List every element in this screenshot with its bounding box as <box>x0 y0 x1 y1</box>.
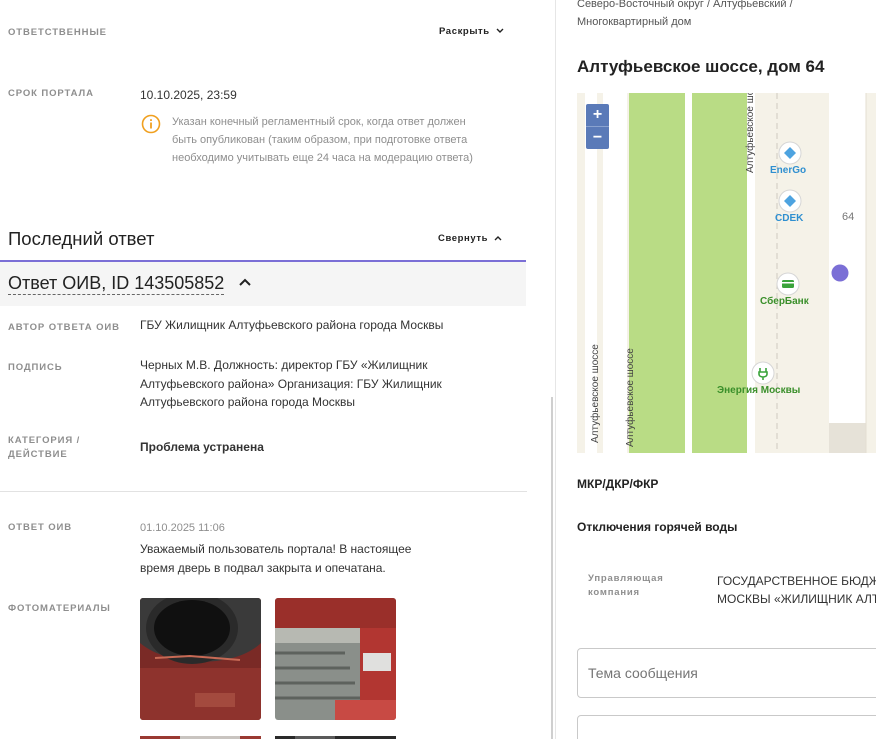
chevron-down-icon <box>496 28 504 33</box>
message-input[interactable] <box>577 715 876 739</box>
author-value: ГБУ Жилищник Алтуфьевского района города… <box>140 318 444 332</box>
bank-pin-icon[interactable] <box>776 272 800 296</box>
info-icon <box>141 114 161 134</box>
poi-label[interactable]: СберБанк <box>760 296 809 307</box>
photos-label: Фотоматериалы <box>8 603 111 614</box>
photo-thumbnail[interactable] <box>140 598 261 720</box>
breadcrumb-line-2[interactable]: Многоквартирный дом <box>577 13 867 31</box>
expand-label: Раскрыть <box>439 26 490 37</box>
energo-pin-icon[interactable] <box>778 141 802 165</box>
street-label: Алтуфьевское шоссе <box>590 344 601 443</box>
chevron-up-icon <box>494 236 502 241</box>
management-company-value: ГОСУДАРСТВЕННОЕ БЮДЖ МОСКВЫ «ЖИЛИЩНИК АЛ… <box>717 572 876 608</box>
section-title: Последний ответ <box>8 228 155 249</box>
outages-label: Отключения горячей воды <box>577 520 738 534</box>
poi-label[interactable]: CDEK <box>775 213 803 224</box>
category-label-line-1: Категория / <box>8 435 81 446</box>
breadcrumb: Северо-Восточный округ / Алтуфьевский / … <box>577 0 867 31</box>
left-panel: Ответственные Раскрыть Срок портала 10.1… <box>0 0 527 739</box>
building-marker-icon[interactable] <box>831 264 849 282</box>
responsible-label: Ответственные <box>8 27 107 38</box>
street-label: Алтуфьевское шоссе <box>745 93 756 173</box>
deadline-label: Срок портала <box>8 88 94 99</box>
category-value: Проблема устранена <box>140 440 264 454</box>
photo-thumbnail[interactable] <box>275 733 396 739</box>
management-value-line-1: ГОСУДАРСТВЕННОЕ БЮДЖ <box>717 574 876 588</box>
breadcrumb-line-1[interactable]: Северо-Восточный округ / Алтуфьевский / <box>577 0 867 13</box>
category-label: Категория / действие <box>8 434 80 462</box>
divider <box>0 491 527 492</box>
map[interactable]: + − Алтуфьевское шоссе Алтуфьевское шосс… <box>577 93 876 453</box>
deadline-info: Указан конечный регламентный срок, когда… <box>172 116 473 164</box>
management-value-line-2: МОСКВЫ «ЖИЛИЩНИК АЛТ <box>717 592 876 606</box>
chevron-up-icon[interactable] <box>238 275 252 289</box>
author-label: Автор ответа ОИВ <box>8 322 120 333</box>
management-label-line-2: компания <box>588 587 640 598</box>
program-label: МКР/ДКР/ФКР <box>577 477 659 491</box>
answer-header[interactable]: Ответ ОИВ, ID 143505852 <box>0 262 526 306</box>
subject-input[interactable] <box>577 648 876 698</box>
poi-label[interactable]: EnerGo <box>770 165 806 176</box>
deadline-value: 10.10.2025, 23:59 <box>140 88 237 102</box>
collapse-button[interactable]: Свернуть <box>438 233 502 244</box>
photo-thumbnail[interactable] <box>140 733 261 739</box>
oiv-answer-date: 01.10.2025 11:06 <box>140 522 225 534</box>
column-divider <box>555 0 556 739</box>
management-company-label: Управляющая компания <box>588 572 664 600</box>
category-label-line-2: действие <box>8 449 68 460</box>
street-label: Алтуфьевское шоссе <box>625 348 636 447</box>
signature-label: Подпись <box>8 362 63 373</box>
answer-title[interactable]: Ответ ОИВ, ID 143505852 <box>8 272 225 295</box>
expand-responsible-button[interactable]: Раскрыть <box>439 26 504 37</box>
oiv-answer-text: Уважаемый пользователь портала! В настоя… <box>140 542 412 575</box>
management-label-line-1: Управляющая <box>588 573 664 584</box>
oiv-answer-label: Ответ ОИВ <box>8 522 73 533</box>
signature-value: Черных М.В. Должность: директор ГБУ «Жил… <box>140 358 442 409</box>
photo-thumbnail[interactable] <box>275 598 396 720</box>
house-number: 64 <box>842 211 855 223</box>
charging-pin-icon[interactable] <box>751 361 775 385</box>
photo-image <box>275 598 396 720</box>
zoom-control: + − <box>586 104 609 149</box>
zoom-out-button[interactable]: − <box>586 127 609 149</box>
address-title: Алтуфьевское шоссе, дом 64 <box>577 57 825 76</box>
scrollbar[interactable] <box>551 397 553 739</box>
poi-label[interactable]: Энергия Москвы <box>717 385 800 396</box>
zoom-in-button[interactable]: + <box>586 104 609 126</box>
cdek-pin-icon[interactable] <box>778 189 802 213</box>
collapse-label: Свернуть <box>438 233 489 244</box>
photo-image <box>140 598 261 720</box>
